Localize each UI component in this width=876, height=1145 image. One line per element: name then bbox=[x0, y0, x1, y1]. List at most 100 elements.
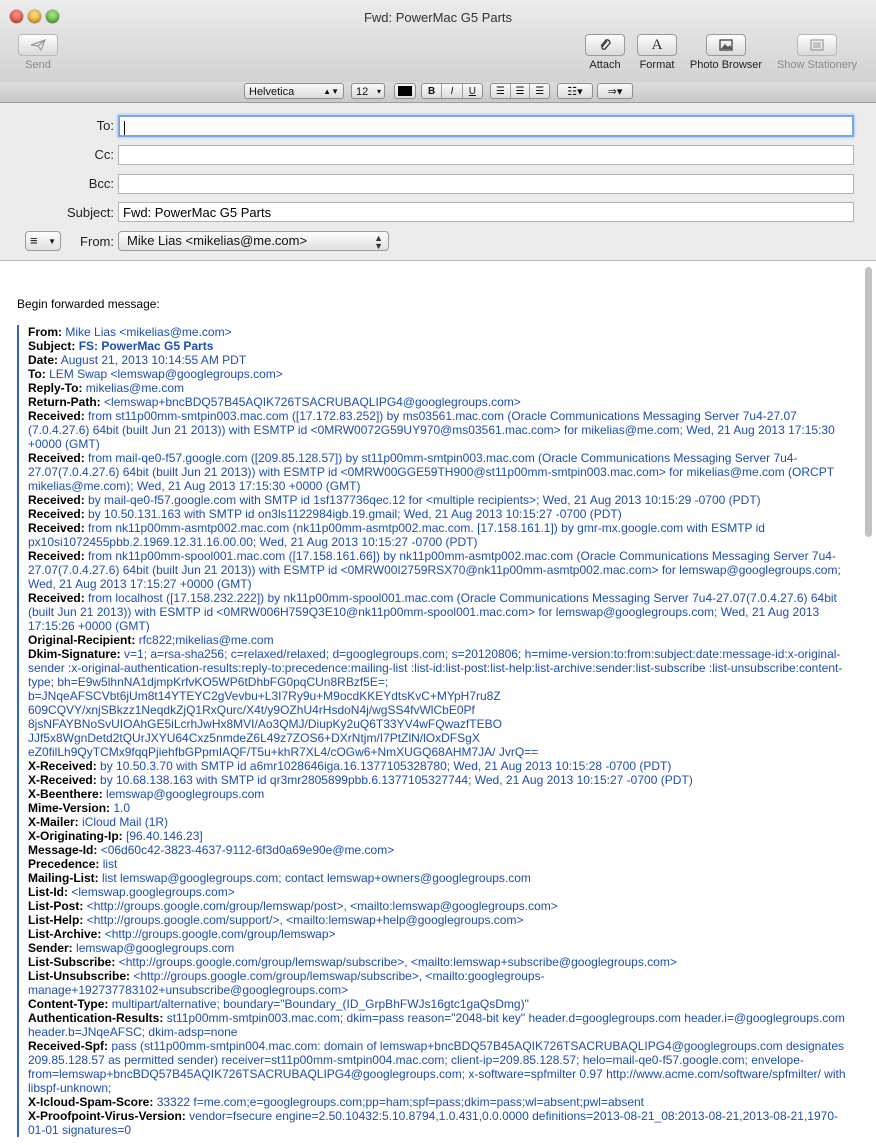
header-key: To: bbox=[28, 367, 46, 381]
header-value: from mail-qe0-f57.google.com ([209.85.12… bbox=[28, 451, 834, 493]
attach-label: Attach bbox=[589, 59, 621, 71]
align-right-icon[interactable]: ☰ bbox=[530, 84, 549, 98]
photo-browser-button[interactable]: Photo Browser bbox=[685, 34, 767, 71]
forwarded-header-line: X-Mailer: iCloud Mail (1R) bbox=[28, 815, 850, 829]
forwarded-header-line: Authentication-Results: st11p00mm-smtpin… bbox=[28, 1011, 850, 1039]
header-value: pass (st11p00mm-smtpin004.mac.com: domai… bbox=[28, 1039, 846, 1095]
forwarded-header-line: Received: from st11p00mm-smtpin003.mac.c… bbox=[28, 409, 850, 451]
to-label: To: bbox=[96, 118, 114, 133]
forwarded-header-line: Subject: FS: PowerMac G5 Parts bbox=[28, 339, 850, 353]
header-value: 33322 f=me.com;e=googlegroups.com;pp=ham… bbox=[156, 1095, 645, 1109]
show-stationery-button[interactable]: Show Stationery bbox=[772, 34, 862, 71]
from-label: From: bbox=[80, 234, 114, 249]
forwarded-header-line: X-Received: by 10.68.138.163 with SMTP i… bbox=[28, 773, 850, 787]
send-button[interactable]: Send bbox=[17, 34, 59, 71]
to-field[interactable] bbox=[118, 115, 854, 137]
bullet-list-icon: ☷▾ bbox=[567, 86, 583, 98]
bcc-field[interactable] bbox=[118, 174, 854, 194]
forwarded-header-line: List-Help: <http://groups.google.com/sup… bbox=[28, 913, 850, 927]
forwarded-header-line: List-Post: <http://groups.google.com/gro… bbox=[28, 899, 850, 913]
format-bar: Helvetica ▲▼ 12 ▾ B I U ☰ ☰ ☰ ☷▾ ⇒▾ bbox=[0, 82, 876, 103]
header-value: by mail-qe0-f57.google.com with SMTP id … bbox=[88, 493, 761, 507]
header-key: Authentication-Results: bbox=[28, 1011, 164, 1025]
header-value: <lemswap+bncBDQ57B45AQIK726TSACRUBAQLIPG… bbox=[104, 395, 521, 409]
forwarded-header-line: Content-Type: multipart/alternative; bou… bbox=[28, 997, 850, 1011]
forwarded-header-line: X-Originating-Ip: [96.40.146.23] bbox=[28, 829, 850, 843]
header-key: List-Post: bbox=[28, 899, 84, 913]
header-key: Reply-To: bbox=[28, 381, 83, 395]
header-key: Subject: bbox=[28, 339, 76, 353]
header-value: by 10.50.131.163 with SMTP id on3ls11229… bbox=[88, 507, 622, 521]
from-popup[interactable]: Mike Lias <mikelias@me.com> ▲ ▼ bbox=[118, 231, 389, 251]
header-value: [96.40.146.23] bbox=[126, 829, 203, 843]
header-key: Date: bbox=[28, 353, 59, 367]
header-value: <06d60c42-3823-4637-9112-6f3d0a69e90e@me… bbox=[100, 843, 395, 857]
header-value: <http://groups.google.com/group/lemswap/… bbox=[118, 955, 677, 969]
align-center-icon[interactable]: ☰ bbox=[511, 84, 531, 98]
compose-window: Fwd: PowerMac G5 Parts Send Attach A For… bbox=[0, 0, 876, 1145]
cc-label: Cc: bbox=[94, 147, 115, 162]
show-stationery-label: Show Stationery bbox=[776, 59, 858, 71]
style-segment: B I U bbox=[421, 83, 483, 99]
forward-intro: Begin forwarded message: bbox=[17, 297, 160, 311]
header-key: Mailing-List: bbox=[28, 871, 99, 885]
header-key: X-Originating-Ip: bbox=[28, 829, 123, 843]
header-value: <http://groups.google.com/group/lemswap/… bbox=[86, 899, 558, 913]
forwarded-header-line: Received: from localhost ([17.158.232.22… bbox=[28, 591, 850, 633]
format-button[interactable]: A Format bbox=[636, 34, 678, 71]
italic-button[interactable]: I bbox=[442, 84, 463, 98]
forwarded-header-line: To: LEM Swap <lemswap@googlegroups.com> bbox=[28, 367, 850, 381]
forwarded-header-line: Original-Recipient: rfc822;mikelias@me.c… bbox=[28, 633, 850, 647]
forwarded-header-line: Date: August 21, 2013 10:14:55 AM PDT bbox=[28, 353, 850, 367]
header-key: Received: bbox=[28, 521, 85, 535]
size-popup[interactable]: 12 ▾ bbox=[351, 83, 385, 99]
header-value: <http://groups.google.com/group/lemswap> bbox=[104, 927, 336, 941]
header-key: Precedence: bbox=[28, 857, 100, 871]
header-key: Dkim-Signature: bbox=[28, 647, 121, 661]
header-key: X-Received: bbox=[28, 773, 97, 787]
forwarded-header-line: Sender: lemswap@googlegroups.com bbox=[28, 941, 850, 955]
subject-field[interactable]: Fwd: PowerMac G5 Parts bbox=[118, 202, 854, 222]
header-value: iCloud Mail (1R) bbox=[82, 815, 169, 829]
font-popup[interactable]: Helvetica ▲▼ bbox=[244, 83, 344, 99]
header-key: Received-Spf: bbox=[28, 1039, 109, 1053]
header-key: Received: bbox=[28, 549, 85, 563]
align-left-icon[interactable]: ☰ bbox=[491, 84, 511, 98]
header-key: X-Icloud-Spam-Score: bbox=[28, 1095, 154, 1109]
bold-button[interactable]: B bbox=[422, 84, 443, 98]
subject-label: Subject: bbox=[67, 205, 114, 220]
header-key: Mime-Version: bbox=[28, 801, 111, 815]
list-popup[interactable]: ☷▾ bbox=[557, 83, 593, 99]
header-value: rfc822;mikelias@me.com bbox=[138, 633, 274, 647]
forwarded-header-line: List-Archive: <http://groups.google.com/… bbox=[28, 927, 850, 941]
text-color-button[interactable] bbox=[394, 83, 416, 99]
color-swatch bbox=[398, 86, 412, 96]
header-key: List-Help: bbox=[28, 913, 84, 927]
forwarded-header-line: Mime-Version: 1.0 bbox=[28, 801, 850, 815]
cc-field[interactable] bbox=[118, 145, 854, 165]
header-key: From: bbox=[28, 325, 62, 339]
header-value: <http://groups.google.com/support/>, <ma… bbox=[86, 913, 524, 927]
indent-popup[interactable]: ⇒▾ bbox=[597, 83, 633, 99]
attach-button[interactable]: Attach bbox=[584, 34, 626, 71]
updown-icon: ▾ bbox=[376, 87, 381, 96]
header-key: List-Unsubscribe: bbox=[28, 969, 131, 983]
forwarded-header-line: X-Received: by 10.50.3.70 with SMTP id a… bbox=[28, 759, 850, 773]
vertical-scrollbar[interactable] bbox=[865, 267, 872, 537]
window-title: Fwd: PowerMac G5 Parts bbox=[363, 10, 513, 25]
header-value: mikelias@me.com bbox=[85, 381, 184, 395]
header-key: Message-Id: bbox=[28, 843, 98, 857]
header-key: X-Beenthere: bbox=[28, 787, 103, 801]
header-key: List-Id: bbox=[28, 885, 68, 899]
header-value: lemswap@googlegroups.com bbox=[76, 941, 235, 955]
forwarded-header-line: Received: from mail-qe0-f57.google.com (… bbox=[28, 451, 850, 493]
header-value: list lemswap@googlegroups.com; contact l… bbox=[102, 871, 531, 885]
indent-arrow-icon: ⇒▾ bbox=[607, 86, 623, 98]
header-value: by 10.50.3.70 with SMTP id a6mr1028646ig… bbox=[100, 759, 672, 773]
underline-button[interactable]: U bbox=[463, 84, 482, 98]
forwarded-header-line: X-Proofpoint-Virus-Version: vendor=fsecu… bbox=[28, 1109, 850, 1137]
from-value: Mike Lias <mikelias@me.com> bbox=[127, 233, 308, 248]
text-cursor bbox=[124, 120, 125, 135]
message-body[interactable]: Begin forwarded message: From: Mike Lias… bbox=[0, 261, 876, 1145]
header-key: Return-Path: bbox=[28, 395, 101, 409]
